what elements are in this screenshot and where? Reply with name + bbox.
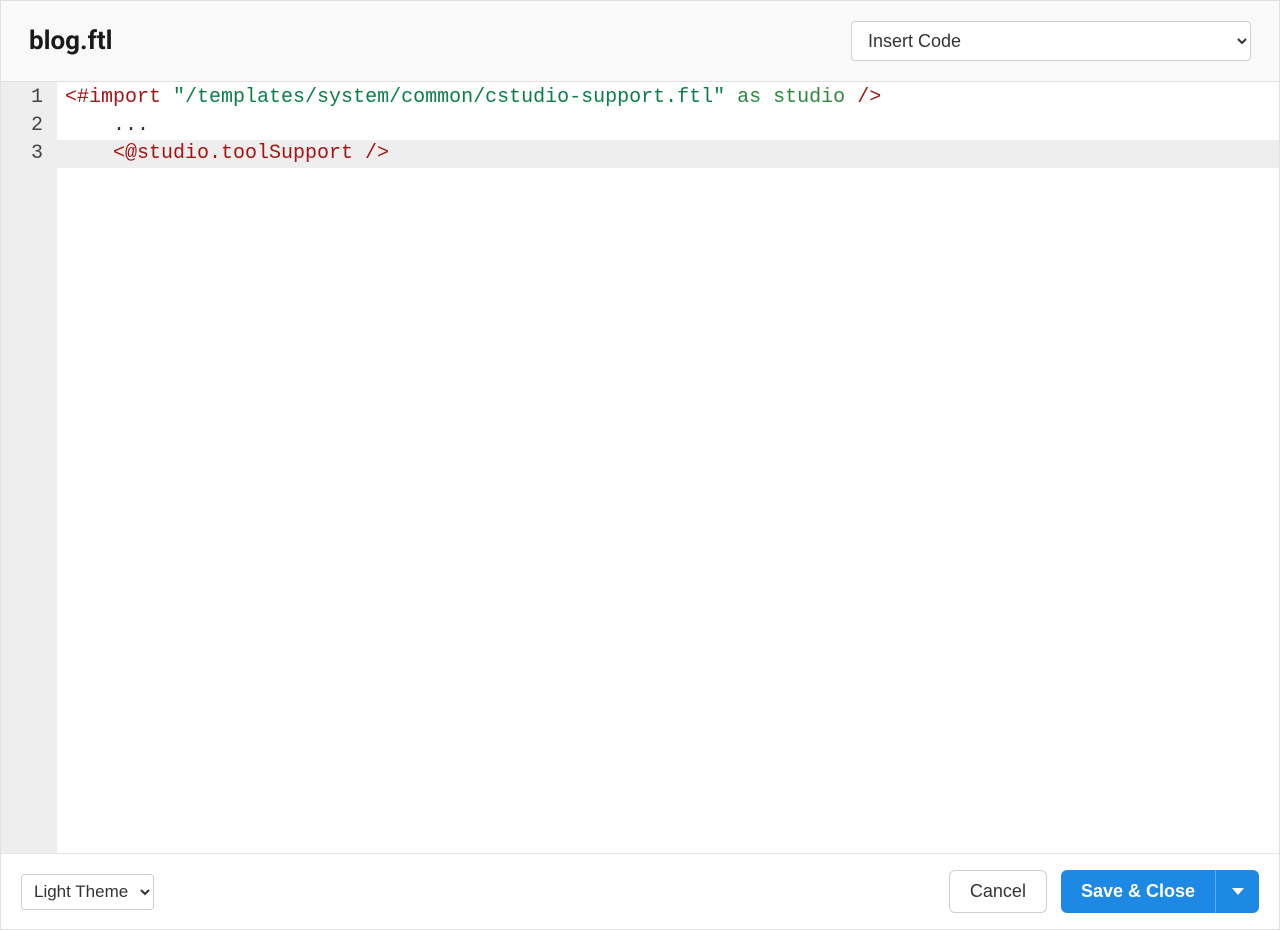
line-number-gutter: 123 xyxy=(1,82,57,853)
code-editor[interactable]: 123 <#import "/templates/system/common/c… xyxy=(1,82,1279,853)
line-number: 3 xyxy=(1,140,57,168)
line-number: 2 xyxy=(1,112,57,140)
code-token xyxy=(761,86,773,109)
code-token xyxy=(725,86,737,109)
code-token xyxy=(845,86,857,109)
code-token: ... xyxy=(65,114,149,137)
cancel-button[interactable]: Cancel xyxy=(949,870,1047,913)
editor-dialog: blog.ftl Insert Code 123 <#import "/temp… xyxy=(0,0,1280,930)
code-token xyxy=(65,142,113,165)
code-token: studio xyxy=(773,86,845,109)
code-content[interactable]: <#import "/templates/system/common/cstud… xyxy=(57,82,1279,853)
chevron-down-icon xyxy=(1232,888,1244,895)
code-line[interactable]: ... xyxy=(57,112,1279,140)
header-bar: blog.ftl Insert Code xyxy=(1,1,1279,82)
insert-code-select[interactable]: Insert Code xyxy=(851,21,1251,61)
footer-bar: Light Theme Cancel Save & Close xyxy=(1,853,1279,929)
filename-title: blog.ftl xyxy=(29,26,113,56)
footer-actions: Cancel Save & Close xyxy=(949,870,1259,913)
theme-select[interactable]: Light Theme xyxy=(21,874,154,910)
line-number: 1 xyxy=(1,84,57,112)
save-button-group: Save & Close xyxy=(1061,870,1259,913)
code-line[interactable]: <@studio.toolSupport /> xyxy=(57,140,1279,168)
code-token: <@studio.toolSupport /> xyxy=(113,142,389,165)
save-dropdown-button[interactable] xyxy=(1215,870,1259,913)
code-token xyxy=(161,86,173,109)
save-close-button[interactable]: Save & Close xyxy=(1061,870,1215,913)
code-token: "/templates/system/common/cstudio-suppor… xyxy=(173,86,725,109)
code-token: /> xyxy=(857,86,881,109)
code-token: <#import xyxy=(65,86,161,109)
code-line[interactable]: <#import "/templates/system/common/cstud… xyxy=(57,84,1279,112)
code-token: as xyxy=(737,86,761,109)
